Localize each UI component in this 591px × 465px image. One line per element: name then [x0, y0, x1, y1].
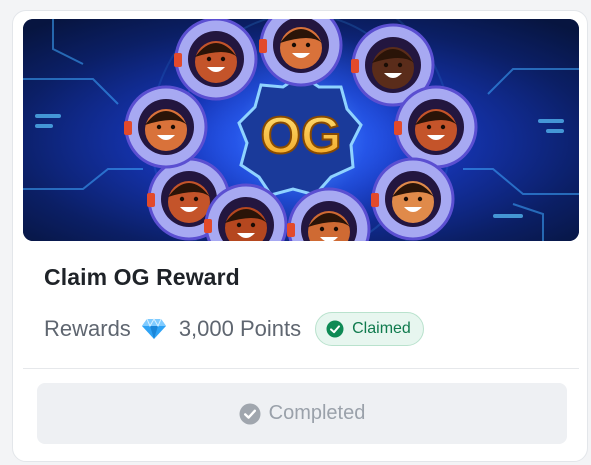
completed-button-label: Completed [268, 402, 366, 424]
quest-card: OG Claim OG Reward Rewards 3,000 Points [12, 10, 588, 462]
astronaut-figure [124, 85, 208, 169]
og-reward-banner-image: OG [23, 19, 579, 241]
quest-title: Claim OG Reward [44, 264, 240, 290]
astronaut-figure [371, 157, 455, 241]
og-emblem-text: OG [261, 107, 342, 165]
rewards-label: Rewards [44, 316, 131, 341]
reward-points: 3,000 Points [178, 316, 302, 341]
astronaut-figure [394, 85, 478, 169]
astronaut-figure [174, 19, 258, 101]
completed-button[interactable]: Completed [37, 383, 567, 444]
check-circle-icon [239, 403, 261, 425]
rewards-row: Rewards 3,000 Points Claimed [44, 311, 424, 347]
diamond-icon [141, 318, 167, 340]
status-badge-label: Claimed [352, 320, 411, 337]
claimed-status-badge: Claimed [315, 312, 424, 346]
card-divider [23, 368, 579, 369]
check-circle-icon [326, 320, 344, 338]
